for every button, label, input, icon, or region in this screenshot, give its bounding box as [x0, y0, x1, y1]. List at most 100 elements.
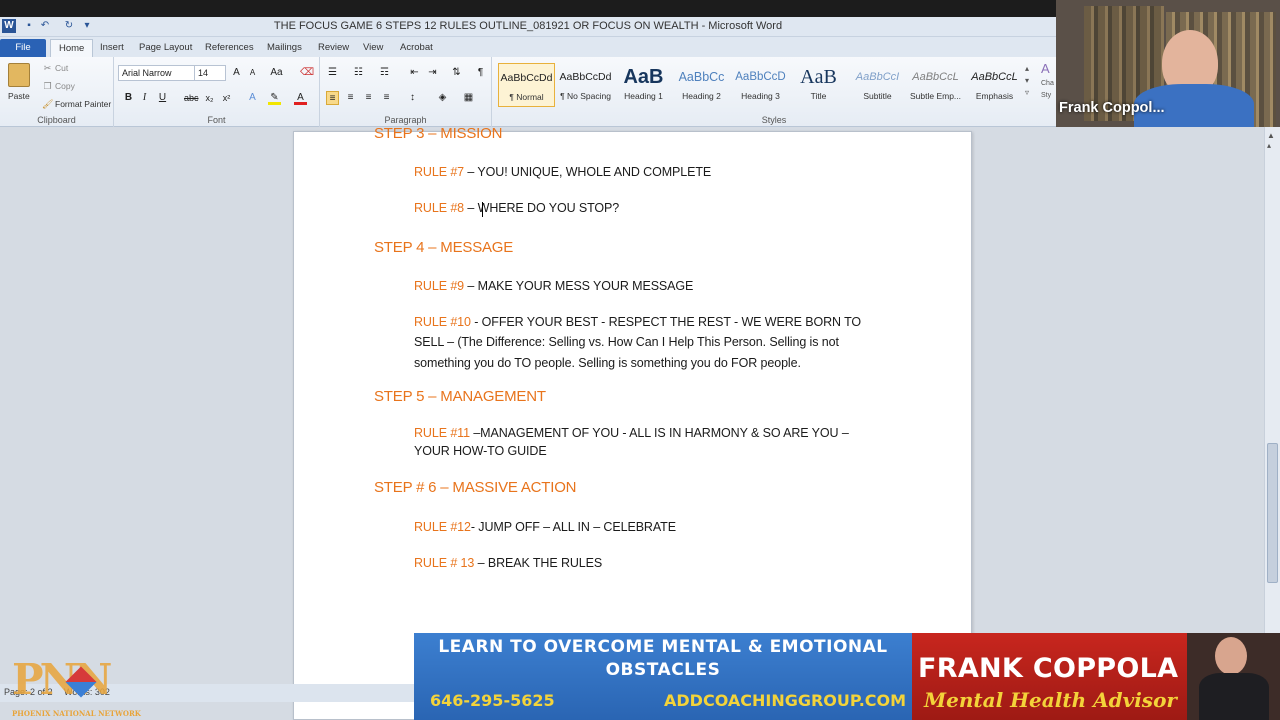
line-spacing-icon[interactable]: ↕: [406, 91, 419, 105]
style-subtitle[interactable]: AaBbCcI Subtitle: [849, 63, 906, 107]
tab-file[interactable]: File: [0, 39, 46, 57]
change-styles-icon: A: [1041, 63, 1050, 76]
style-heading-2[interactable]: AaBbCc Heading 2: [673, 63, 730, 107]
style-no-spacing[interactable]: AaBbCcDd ¶ No Spacing: [557, 63, 614, 107]
promo-banner: LEARN TO OVERCOME MENTAL & EMOTIONAL OBS…: [414, 633, 912, 720]
scissors-icon: ✂: [43, 63, 52, 74]
window-title: THE FOCUS GAME 6 STEPS 12 RULES OUTLINE_…: [273, 20, 783, 32]
tab-acrobat[interactable]: Acrobat: [392, 39, 441, 57]
rule-11-line-2: YOUR HOW-TO GUIDE: [414, 444, 547, 458]
style-emphasis[interactable]: AaBbCcL Emphasis: [966, 63, 1023, 107]
style-normal[interactable]: AaBbCcDd ¶ Normal: [498, 63, 555, 107]
banner-url: ADDCOACHINGGROUP.COM: [664, 691, 907, 710]
font-color-icon[interactable]: A: [294, 91, 307, 105]
paragraph-group-label: Paragraph: [384, 115, 427, 125]
title-bar: W ▪ ↶ ↻ ▾ THE FOCUS GAME 6 STEPS 12 RULE…: [0, 17, 1056, 37]
presenter-name: FRANK COPPOLA: [918, 653, 1179, 684]
scroll-up-icon[interactable]: ▲: [1267, 131, 1275, 140]
rule-12: RULE #12- JUMP OFF – ALL IN – CELEBRATE: [414, 520, 676, 534]
tab-mailings[interactable]: Mailings: [259, 39, 310, 57]
presenter-jacket: [1199, 673, 1269, 720]
bullets-icon[interactable]: ☰: [326, 66, 339, 80]
multilevel-list-icon[interactable]: ☶: [378, 66, 391, 80]
step-3-heading: STEP 3 – MISSION: [374, 125, 503, 142]
cut-button[interactable]: ✂ Cut: [42, 62, 69, 74]
rule-13: RULE # 13 – BREAK THE RULES: [414, 556, 603, 570]
rule-7: RULE #7 – YOU! UNIQUE, WHOLE AND COMPLET…: [414, 165, 712, 179]
logo-network-name: PHOENIX NATIONAL NETWORK: [12, 709, 141, 718]
rule-8: RULE #8 – WHERE DO YOU STOP?: [414, 201, 620, 215]
font-size-box[interactable]: 14: [194, 65, 226, 81]
tab-insert[interactable]: Insert: [92, 39, 132, 57]
styles-scroll-icon[interactable]: ▴ ▾ ▿: [1025, 63, 1029, 99]
align-left-icon[interactable]: ≡: [326, 91, 339, 105]
clipboard-group-label: Clipboard: [37, 115, 76, 125]
decrease-indent-icon[interactable]: ⇤: [408, 66, 421, 80]
text-cursor: [482, 202, 483, 217]
tab-page-layout[interactable]: Page Layout: [131, 39, 200, 57]
scroll-up-extra-icon[interactable]: ▴: [1267, 141, 1271, 150]
style-heading-3[interactable]: AaBbCcD Heading 3: [732, 63, 789, 107]
copy-button[interactable]: ❐ Copy: [42, 80, 74, 92]
italic-icon[interactable]: I: [138, 91, 151, 105]
rule-9: RULE #9 – MAKE YOUR MESS YOUR MESSAGE: [414, 279, 694, 293]
highlight-icon[interactable]: ✎: [268, 91, 281, 105]
ribbon: Paste ✂ Cut ❐ Copy 🖌 Format Painter Clipboa…: [0, 57, 1056, 127]
vertical-scrollbar[interactable]: ▲ ▴: [1264, 127, 1280, 720]
justify-icon[interactable]: ≡: [380, 91, 393, 105]
paragraph-group: ☰ ☷ ☶ ⇤ ⇥ ⇅ ¶ ≡ ≡ ≡ ≡ ↕ ◈ ▦ Paragraph: [320, 57, 492, 127]
bold-icon[interactable]: B: [122, 91, 135, 105]
superscript-icon[interactable]: x²: [220, 91, 233, 105]
change-case-icon[interactable]: Aa: [270, 66, 283, 80]
tab-home[interactable]: Home: [50, 39, 94, 57]
pnn-logo: PNN PHOENIX NATIONAL NETWORK: [8, 655, 158, 720]
subscript-icon[interactable]: x₂: [203, 91, 216, 105]
scroll-thumb[interactable]: [1267, 443, 1278, 583]
banner-phone: 646-295-5625: [430, 691, 555, 710]
grow-font-icon[interactable]: A: [230, 66, 243, 80]
align-right-icon[interactable]: ≡: [362, 91, 375, 105]
participant-name: Frank Coppol...: [1059, 100, 1165, 116]
presenter-role: Mental Health Advisor: [924, 688, 1177, 712]
sort-icon[interactable]: ⇅: [450, 66, 463, 80]
align-center-icon[interactable]: ≡: [344, 91, 357, 105]
format-painter-button[interactable]: 🖌 Format Painter: [42, 98, 111, 110]
borders-icon[interactable]: ▦: [462, 91, 475, 105]
paste-button[interactable]: Paste: [8, 90, 30, 102]
numbering-icon[interactable]: ☷: [352, 66, 365, 80]
paste-icon[interactable]: [8, 63, 30, 87]
banner-headline: LEARN TO OVERCOME MENTAL & EMOTIONAL OBS…: [438, 637, 888, 680]
text-effects-icon[interactable]: A: [246, 91, 259, 105]
font-group-label: Font: [207, 115, 226, 125]
tab-references[interactable]: References: [197, 39, 262, 57]
presenter-photo: [1187, 633, 1280, 720]
rule-11-line-1: RULE #11 –MANAGEMENT OF YOU - ALL IS IN …: [414, 426, 849, 440]
styles-group: AaBbCcDd ¶ Normal AaBbCcDd ¶ No Spacing Aa…: [492, 57, 1056, 127]
step-6-heading: STEP # 6 – MASSIVE ACTION: [374, 479, 577, 496]
clear-formatting-icon[interactable]: ⌫: [300, 66, 314, 80]
rule-10-line-3: something you do TO people. Selling is s…: [414, 356, 801, 370]
name-banner: FRANK COPPOLA Mental Health Advisor: [912, 633, 1280, 720]
copy-icon: ❐: [43, 81, 52, 92]
increase-indent-icon[interactable]: ⇥: [426, 66, 439, 80]
shrink-font-icon[interactable]: A: [246, 66, 259, 80]
webcam-video: Frank Coppol...: [1056, 0, 1280, 127]
style-title[interactable]: AaB Title: [790, 63, 847, 107]
change-styles-button[interactable]: A Cha Sty: [1041, 63, 1055, 102]
styles-group-label: Styles: [761, 115, 787, 125]
step-4-heading: STEP 4 – MESSAGE: [374, 239, 514, 256]
shading-icon[interactable]: ◈: [436, 91, 449, 105]
font-name-box[interactable]: Arial Narrow: [118, 65, 196, 81]
presenter-head: [1215, 637, 1247, 675]
style-subtle-emphasis[interactable]: AaBbCcL Subtle Emp...: [907, 63, 964, 107]
tab-review[interactable]: Review: [310, 39, 357, 57]
style-heading-1[interactable]: AaB Heading 1: [615, 63, 672, 107]
ribbon-tabs: File Home Insert Page Layout References …: [0, 37, 1056, 57]
strikethrough-icon[interactable]: abc: [184, 91, 199, 105]
paintbrush-icon: 🖌: [42, 99, 54, 110]
underline-icon[interactable]: U: [156, 91, 169, 105]
document-page[interactable]: STEP 3 – MISSION RULE #7 – YOU! UNIQUE, …: [293, 125, 972, 720]
tab-view[interactable]: View: [355, 39, 391, 57]
step-5-heading: STEP 5 – MANAGEMENT: [374, 388, 546, 405]
show-formatting-icon[interactable]: ¶: [474, 66, 487, 80]
